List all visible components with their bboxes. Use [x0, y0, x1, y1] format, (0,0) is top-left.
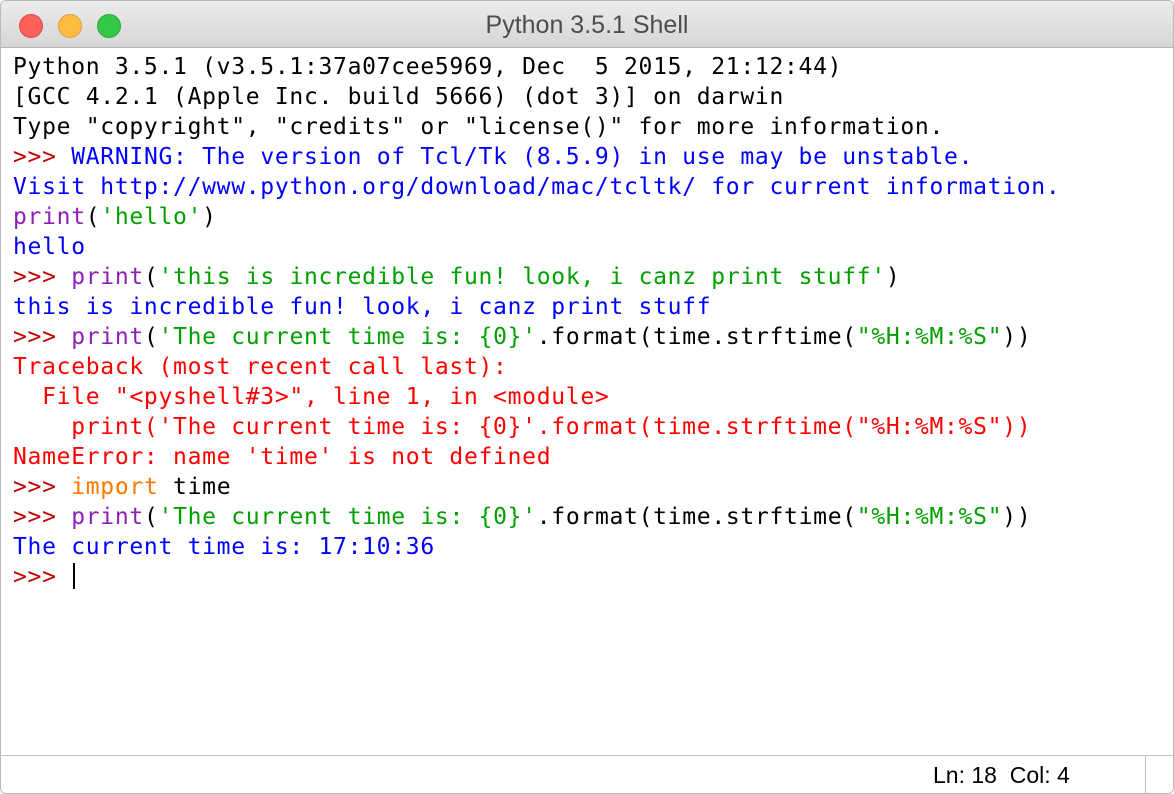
- shell-prompt: >>>: [13, 144, 72, 170]
- shell-text: (: [85, 204, 101, 230]
- shell-text: )): [1002, 504, 1032, 530]
- shell-prompt: >>>: [13, 564, 72, 590]
- shell-text: Type "copyright", "credits" or "license(…: [13, 114, 945, 140]
- shell-text: .format(time.strftime(: [536, 324, 857, 350]
- shell-line: File "<pyshell#3>", line 1, in <module>: [13, 382, 1060, 412]
- shell-text: Python 3.5.1 (v3.5.1:37a07cee5969, Dec 5…: [13, 54, 843, 80]
- shell-line: >>> print('this is incredible fun! look,…: [13, 262, 1060, 292]
- shell-line: Traceback (most recent call last):: [13, 352, 1060, 382]
- shell-text: 'The current time is: {0}': [158, 324, 537, 350]
- shell-line: [GCC 4.2.1 (Apple Inc. build 5666) (dot …: [13, 82, 1060, 112]
- shell-line: Visit http://www.python.org/download/mac…: [13, 172, 1060, 202]
- shell-text: (: [143, 504, 159, 530]
- shell-line: Python 3.5.1 (v3.5.1:37a07cee5969, Dec 5…: [13, 52, 1060, 82]
- shell-text: hello: [13, 234, 86, 260]
- column-number-label: Col: 4: [1009, 762, 1070, 788]
- shell-line: this is incredible fun! look, i canz pri…: [13, 292, 1060, 322]
- shell-line: >>> WARNING: The version of Tcl/Tk (8.5.…: [13, 142, 1060, 172]
- shell-text: 'this is incredible fun! look, i canz pr…: [158, 264, 886, 290]
- shell-text: )): [1002, 324, 1032, 350]
- shell-prompt: >>>: [13, 504, 72, 530]
- shell-line: print('hello'): [13, 202, 1060, 232]
- shell-text: 'The current time is: {0}': [158, 504, 537, 530]
- shell-text: this is incredible fun! look, i canz pri…: [13, 294, 712, 320]
- shell-text: "%H:%M:%S": [856, 324, 1003, 350]
- shell-text: [GCC 4.2.1 (Apple Inc. build 5666) (dot …: [13, 84, 784, 110]
- shell-text: WARNING: The version of Tcl/Tk (8.5.9) i…: [71, 144, 974, 170]
- shell-line: NameError: name 'time' is not defined: [13, 442, 1060, 472]
- shell-text: .format(time.strftime(: [536, 504, 857, 530]
- window-title: Python 3.5.1 Shell: [485, 11, 689, 39]
- shell-text: (: [143, 264, 159, 290]
- shell-text: print: [71, 504, 144, 530]
- shell-text: Visit http://www.python.org/download/mac…: [13, 174, 1061, 200]
- shell-prompt: >>>: [13, 324, 72, 350]
- shell-text: "%H:%M:%S": [856, 504, 1003, 530]
- shell-prompt: >>>: [13, 474, 72, 500]
- shell-text: File "<pyshell#3>", line 1, in <module>: [13, 384, 610, 410]
- line-number-label: Ln: 18: [933, 762, 997, 788]
- shell-line: >>> import time: [13, 472, 1060, 502]
- status-bar: Ln: 18 Col: 4: [1, 755, 1173, 793]
- shell-line: print('The current time is: {0}'.format(…: [13, 412, 1060, 442]
- shell-text: (: [143, 324, 159, 350]
- shell-output: Python 3.5.1 (v3.5.1:37a07cee5969, Dec 5…: [13, 52, 1060, 592]
- shell-text: The current time is: 17:10:36: [13, 534, 435, 560]
- title-bar[interactable]: Python 3.5.1 Shell: [1, 1, 1173, 48]
- shell-text: 'hello': [100, 204, 203, 230]
- shell-text: print: [71, 324, 144, 350]
- shell-text: ): [885, 264, 901, 290]
- shell-text: print: [13, 204, 86, 230]
- shell-text-area[interactable]: Python 3.5.1 (v3.5.1:37a07cee5969, Dec 5…: [1, 48, 1173, 755]
- shell-line: hello: [13, 232, 1060, 262]
- shell-line: >>> print('The current time is: {0}'.for…: [13, 322, 1060, 352]
- shell-text: print: [71, 264, 144, 290]
- shell-line: Type "copyright", "credits" or "license(…: [13, 112, 1060, 142]
- shell-text: ): [202, 204, 217, 230]
- shell-prompt: >>>: [13, 264, 72, 290]
- shell-text: Traceback (most recent call last):: [13, 354, 508, 380]
- shell-text: print('The current time is: {0}'.format(…: [13, 414, 1032, 440]
- shell-line: >>>: [13, 562, 1060, 592]
- idle-shell-window: Python 3.5.1 Shell Python 3.5.1 (v3.5.1:…: [0, 0, 1174, 794]
- cursor-position: Ln: 18 Col: 4: [933, 762, 1070, 789]
- shell-text: time: [158, 474, 232, 500]
- status-divider: [1145, 756, 1146, 793]
- shell-text: import: [71, 474, 159, 500]
- text-cursor: [73, 563, 76, 589]
- shell-line: The current time is: 17:10:36: [13, 532, 1060, 562]
- shell-line: >>> print('The current time is: {0}'.for…: [13, 502, 1060, 532]
- shell-text: NameError: name 'time' is not defined: [13, 444, 552, 470]
